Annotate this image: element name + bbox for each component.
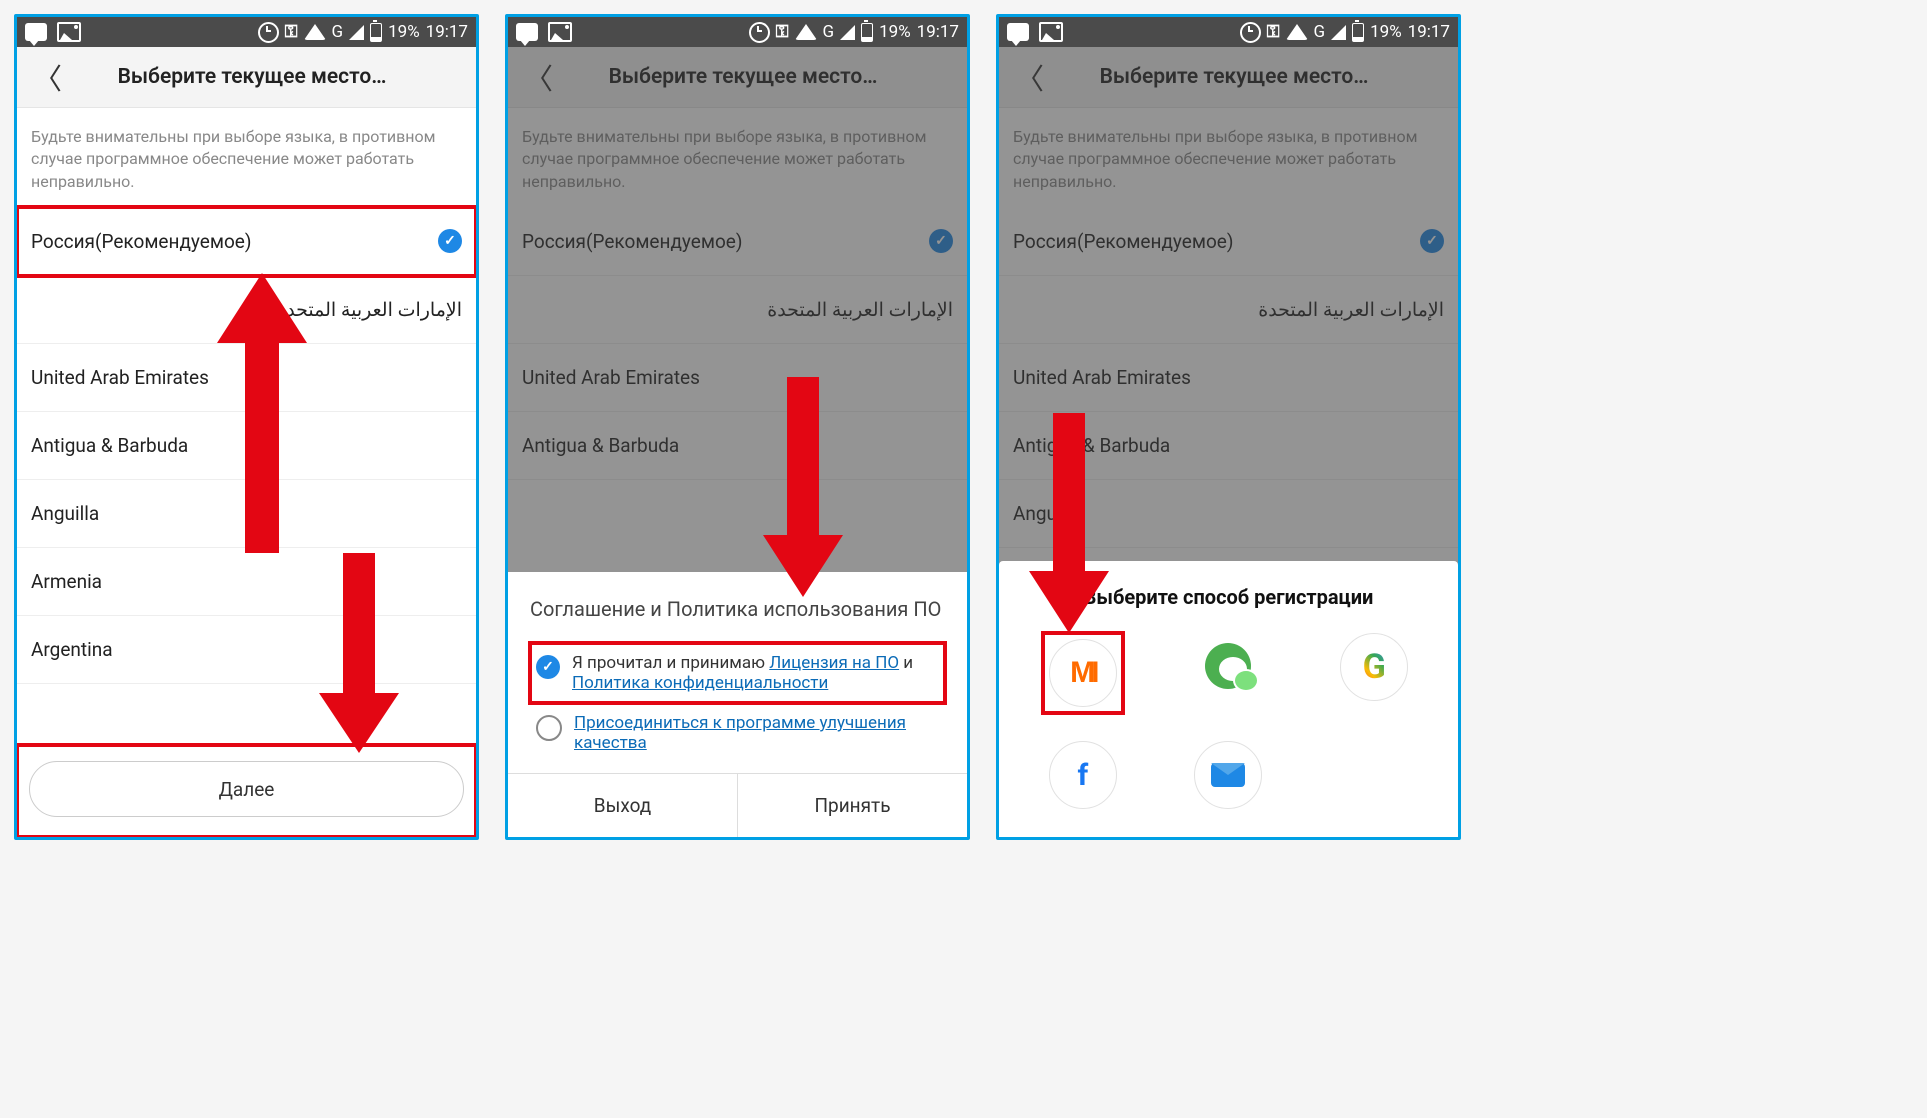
image-icon [548,22,572,42]
image-icon [57,22,81,42]
dialog-title: Соглашение и Политика использования ПО [530,596,945,623]
wifi-icon [1286,24,1308,40]
google-icon: G [1363,647,1386,687]
privacy-link[interactable]: Политика конфиденциальности [572,673,828,693]
network-g: G [332,22,344,42]
quality-link[interactable]: Присоединиться к программе улучшения кач… [574,713,906,753]
country-label: Anguilla [31,502,99,525]
accept-button[interactable]: Принять [737,774,967,837]
sms-icon [1007,23,1029,41]
header-title: Выберите текущее место… [68,65,436,89]
network-g: G [823,22,835,42]
battery-icon [1352,23,1364,42]
mi-account-button[interactable]: MI [1049,639,1117,707]
clock-time: 19:17 [1408,22,1450,42]
sms-icon [25,23,47,41]
mi-icon: MI [1070,656,1095,690]
exit-button[interactable]: Выход [508,774,737,837]
alarm-icon [1240,22,1261,43]
next-button[interactable]: Далее [29,761,464,817]
clock-time: 19:17 [917,22,959,42]
vpn-key-icon: ⚿ [1267,22,1280,42]
mail-icon [1211,763,1245,787]
sms-icon [516,23,538,41]
facebook-icon: f [1077,758,1088,793]
email-button[interactable] [1194,741,1262,809]
signal-icon [1331,25,1346,40]
image-icon [1039,22,1063,42]
status-bar: ⚿ G 19% 19:17 [508,17,967,47]
signal-icon [349,25,364,40]
agree-text: Я прочитал и принимаю Лицензия на ПО и П… [572,653,939,693]
footer-area: Далее [17,745,476,837]
quality-text: Присоединиться к программе улучшения кач… [574,713,939,753]
annotation-arrow-down [1029,413,1109,633]
phone-1: ⚿ G 19% 19:17 〈 Выберите текущее место… … [14,14,479,840]
wifi-icon [304,24,326,40]
clock-time: 19:17 [426,22,468,42]
country-label: Россия(Рекомендуемое) [31,230,252,253]
battery-percent: 19% [879,22,911,42]
app-header: 〈 Выберите текущее место… [17,47,476,108]
vpn-key-icon: ⚿ [776,22,789,42]
phone-3: ⚿ G 19% 19:17 〈 Выберите текущее место… … [996,14,1461,840]
battery-icon [861,23,873,42]
quality-program-row[interactable]: Присоединиться к программе улучшения кач… [530,703,945,763]
back-button[interactable]: 〈 [27,56,68,98]
facebook-button[interactable]: f [1049,741,1117,809]
annotation-arrow-down [319,553,399,753]
annotation-arrow-down [763,377,843,597]
wechat-icon [1205,643,1251,689]
country-russia-recommended[interactable]: Россия(Рекомендуемое) ✓ [17,207,476,276]
network-g: G [1314,22,1326,42]
social-grid: MI G f [1017,633,1440,809]
dialog-buttons: Выход Принять [508,773,967,837]
status-bar: ⚿ G 19% 19:17 [17,17,476,47]
google-button[interactable]: G [1340,633,1408,701]
country-label: Argentina [31,638,113,661]
agreement-dialog: Соглашение и Политика использования ПО ✓… [508,572,967,837]
license-link[interactable]: Лицензия на ПО [769,653,899,673]
checkbox-checked-icon[interactable]: ✓ [536,655,560,679]
check-icon: ✓ [438,229,462,253]
vpn-key-icon: ⚿ [285,22,298,42]
country-label: United Arab Emirates [31,366,209,389]
country-argentina[interactable]: Argentina [17,616,476,684]
checkbox-empty-icon[interactable] [536,715,562,741]
mi-highlight: MI [1043,633,1123,713]
alarm-icon [258,22,279,43]
country-armenia[interactable]: Armenia [17,548,476,616]
battery-percent: 19% [388,22,420,42]
country-label: Armenia [31,570,102,593]
signal-icon [840,25,855,40]
battery-percent: 19% [1370,22,1402,42]
agree-license-row[interactable]: ✓ Я прочитал и принимаю Лицензия на ПО и… [530,643,945,703]
battery-icon [370,23,382,42]
next-button-label: Далее [219,778,275,801]
country-label: Antigua & Barbuda [31,434,188,457]
annotation-arrow-up [217,273,307,553]
wifi-icon [795,24,817,40]
wechat-button[interactable] [1195,633,1261,699]
alarm-icon [749,22,770,43]
phone-2: ⚿ G 19% 19:17 〈 Выберите текущее место… … [505,14,970,840]
info-text: Будьте внимательны при выборе языка, в п… [17,108,476,207]
status-bar: ⚿ G 19% 19:17 [999,17,1458,47]
